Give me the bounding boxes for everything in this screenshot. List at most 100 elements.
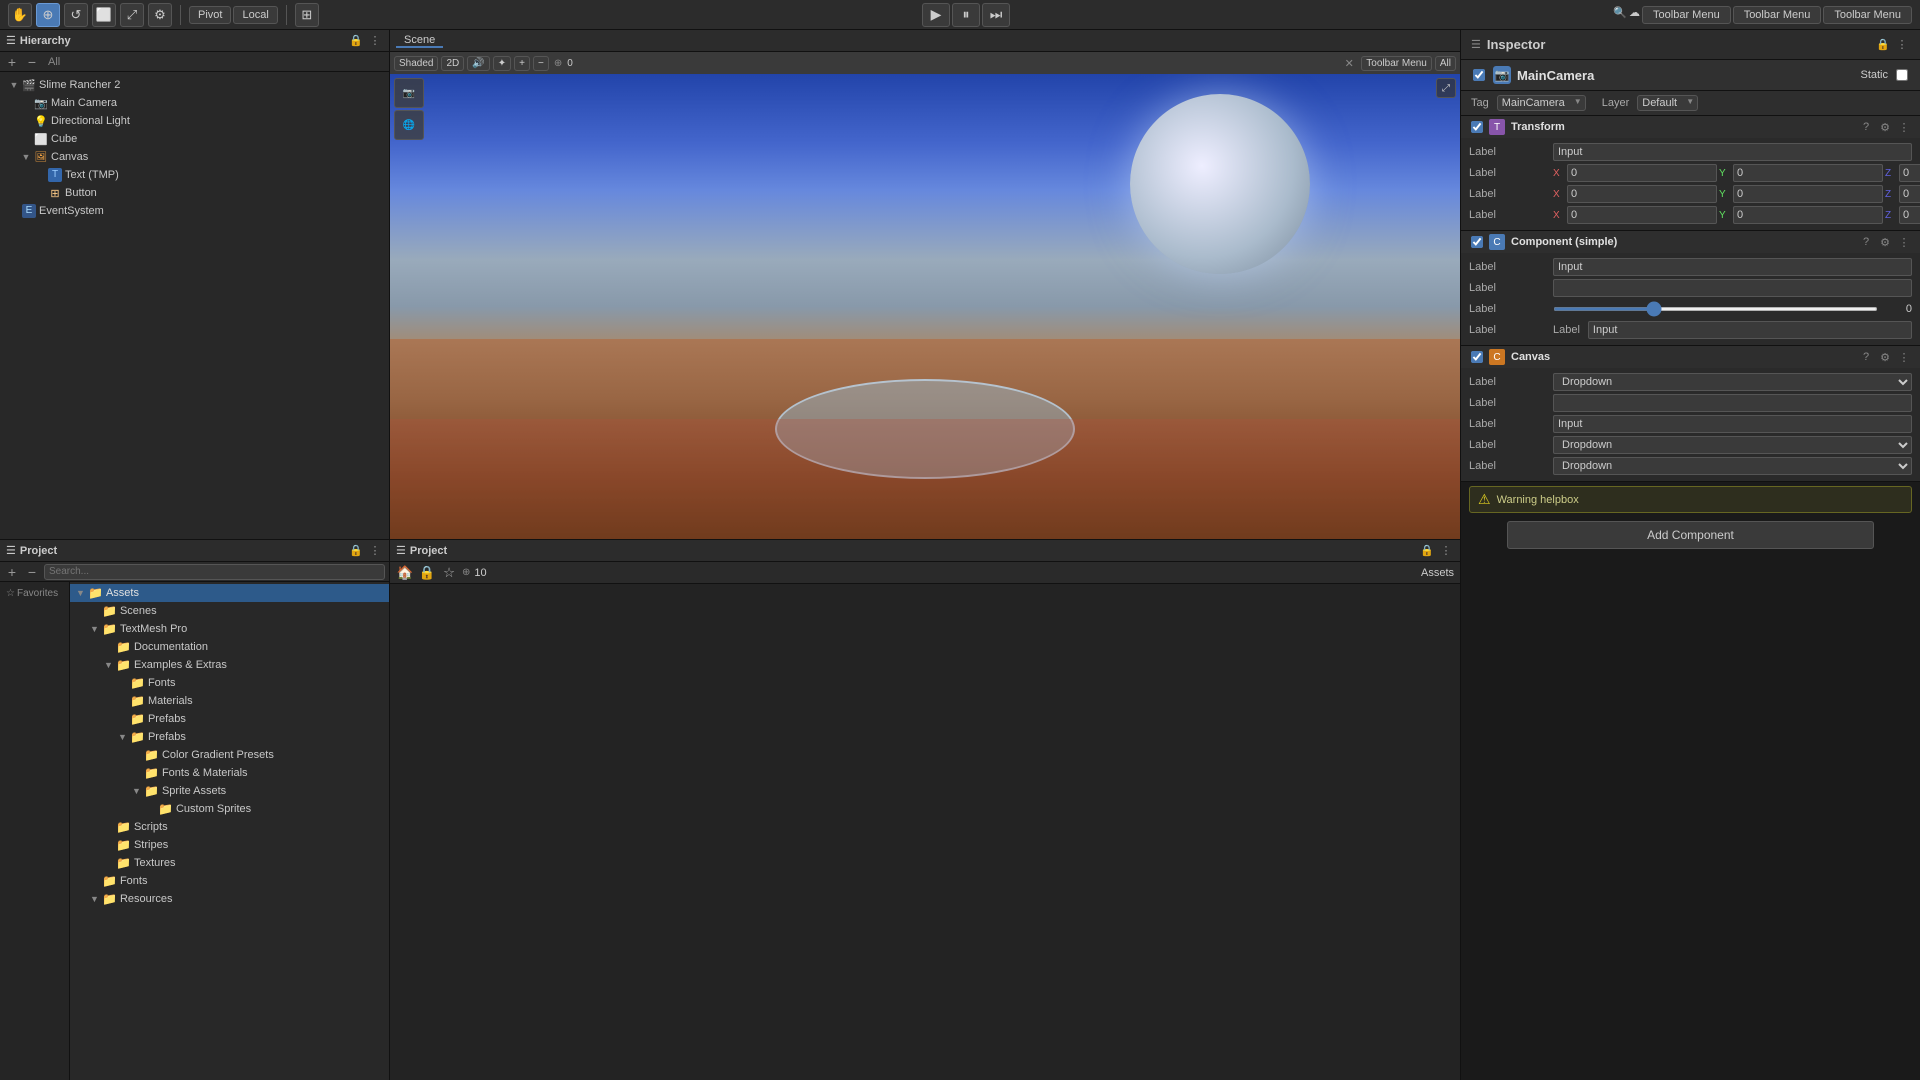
project-item-prefabs[interactable]: ▼ 📁 Prefabs	[70, 728, 389, 746]
asset-lock-btn[interactable]: 🔒	[1419, 543, 1435, 559]
project-item-textmesh[interactable]: ▼ 📁 TextMesh Pro	[70, 620, 389, 638]
asset-home-btn[interactable]: 🏠	[396, 564, 414, 582]
tag-value-dropdown[interactable]: MainCamera ▼	[1497, 95, 1586, 111]
toolbar-menu-3[interactable]: Toolbar Menu	[1823, 6, 1912, 24]
asset-star-btn[interactable]: ☆	[440, 564, 458, 582]
tree-item-main-camera[interactable]: ▶ 📷 Main Camera	[0, 94, 389, 112]
tree-item-button[interactable]: ▶ ⊞ Button	[0, 184, 389, 202]
transform-ry-val[interactable]	[1733, 185, 1883, 203]
canvas-menu-btn[interactable]: ⋮	[1896, 349, 1912, 365]
scene-audio-btn[interactable]: 🔊	[467, 56, 489, 71]
move-tool[interactable]: ⊕	[36, 3, 60, 27]
toolbar-menu-1[interactable]: Toolbar Menu	[1642, 6, 1731, 24]
transform-tool[interactable]: ⚙	[148, 3, 172, 27]
asset-lock2-btn[interactable]: 🔒	[418, 564, 436, 582]
scene-close-btn[interactable]: ✕	[1340, 54, 1358, 72]
inspector-menu-btn[interactable]: ⋮	[1894, 37, 1910, 53]
rect-tool[interactable]: ⤢	[120, 3, 144, 27]
hierarchy-lock-btn[interactable]: 🔒	[348, 33, 364, 49]
simple-check[interactable]	[1471, 236, 1483, 248]
canvas-dropdown-5[interactable]: Dropdown	[1553, 457, 1912, 475]
transform-sx-val[interactable]	[1567, 206, 1717, 224]
scene-mode-dropdown[interactable]: Shaded	[394, 56, 438, 71]
simple-settings-btn[interactable]: ⚙	[1877, 234, 1893, 250]
scene-maximize-btn[interactable]: ⤢	[1436, 78, 1456, 98]
layer-value-dropdown[interactable]: Default ▼	[1637, 95, 1698, 111]
scene-toolbar-menu-btn[interactable]: Toolbar Menu	[1361, 56, 1432, 71]
project-item-examples[interactable]: ▼ 📁 Examples & Extras	[70, 656, 389, 674]
project-item-textures[interactable]: ▶ 📁 Textures	[70, 854, 389, 872]
project-item-resources[interactable]: ▼ 📁 Resources	[70, 890, 389, 908]
transform-rz-val[interactable]	[1899, 185, 1920, 203]
transform-rx-val[interactable]	[1567, 185, 1717, 203]
snap-tool[interactable]: ⊞	[295, 3, 319, 27]
canvas-dropdown-4[interactable]: Dropdown	[1553, 436, 1912, 454]
project-item-docs[interactable]: ▶ 📁 Documentation	[70, 638, 389, 656]
project-item-scenes[interactable]: ▶ 📁 Scenes	[70, 602, 389, 620]
mini-btn-2[interactable]: 🌐	[394, 110, 424, 140]
canvas-help-btn[interactable]: ?	[1858, 349, 1874, 365]
canvas-input-2[interactable]	[1553, 394, 1912, 412]
transform-x-val[interactable]	[1567, 164, 1717, 182]
project-item-materials[interactable]: ▶ 📁 Materials	[70, 692, 389, 710]
project-item-sprite-assets[interactable]: ▼ 📁 Sprite Assets	[70, 782, 389, 800]
scene-all-btn[interactable]: All	[1435, 56, 1456, 71]
component-transform-header[interactable]: T Transform ? ⚙ ⋮	[1461, 116, 1920, 138]
transform-help-btn[interactable]: ?	[1858, 119, 1874, 135]
transform-z-val[interactable]	[1899, 164, 1920, 182]
hand-tool[interactable]: ✋	[8, 3, 32, 27]
gameobj-active-check[interactable]	[1473, 69, 1485, 81]
project-item-custom-sprites[interactable]: ▶ 📁 Custom Sprites	[70, 800, 389, 818]
pause-button[interactable]: ⏸	[952, 3, 980, 27]
play-button[interactable]: ▶	[922, 3, 950, 27]
project-item-fonts-sub[interactable]: ▶ 📁 Fonts	[70, 674, 389, 692]
simple-menu-btn[interactable]: ⋮	[1896, 234, 1912, 250]
transform-settings-btn[interactable]: ⚙	[1877, 119, 1893, 135]
toolbar-menu-2[interactable]: Toolbar Menu	[1733, 6, 1822, 24]
tree-item-cube[interactable]: ▶ ⬜ Cube	[0, 130, 389, 148]
local-button[interactable]: Local	[233, 6, 277, 24]
tree-item-canvas[interactable]: ▼ 🖼 Canvas	[0, 148, 389, 166]
mini-btn-1[interactable]: 📷	[394, 78, 424, 108]
tree-item-text-tmp[interactable]: ▶ T Text (TMP)	[0, 166, 389, 184]
project-item-fonts-main[interactable]: ▶ 📁 Fonts	[70, 872, 389, 890]
tree-item-slime-rancher[interactable]: ▼ 🎬 Slime Rancher 2	[0, 76, 389, 94]
asset-menu-btn[interactable]: ⋮	[1438, 543, 1454, 559]
project-item-stripes[interactable]: ▶ 📁 Stripes	[70, 836, 389, 854]
rotate-tool[interactable]: ↺	[64, 3, 88, 27]
project-minus-btn[interactable]: −	[24, 564, 40, 580]
transform-sy-val[interactable]	[1733, 206, 1883, 224]
simple-slider[interactable]	[1553, 307, 1878, 311]
transform-y-val[interactable]	[1733, 164, 1883, 182]
component-simple-header[interactable]: C Component (simple) ? ⚙ ⋮	[1461, 231, 1920, 253]
scene-2d-btn[interactable]: 2D	[441, 56, 464, 71]
project-item-color-gradient[interactable]: ▶ 📁 Color Gradient Presets	[70, 746, 389, 764]
canvas-dropdown-1[interactable]: Dropdown	[1553, 373, 1912, 391]
hierarchy-menu-btn[interactable]: ⋮	[367, 33, 383, 49]
canvas-settings-btn[interactable]: ⚙	[1877, 349, 1893, 365]
tree-item-dir-light[interactable]: ▶ 💡 Directional Light	[0, 112, 389, 130]
simple-help-btn[interactable]: ?	[1858, 234, 1874, 250]
scene-canvas[interactable]: 📷 🌐 ⤢	[390, 74, 1460, 539]
scene-effects-btn[interactable]: ✦	[493, 56, 511, 71]
canvas-check[interactable]	[1471, 351, 1483, 363]
transform-sz-val[interactable]	[1899, 206, 1920, 224]
tree-item-eventsystem[interactable]: ▶ E EventSystem	[0, 202, 389, 220]
canvas-input-3[interactable]	[1553, 415, 1912, 433]
scale-tool[interactable]: ⬜	[92, 3, 116, 27]
static-checkbox[interactable]	[1896, 69, 1908, 81]
project-search-input[interactable]	[44, 564, 385, 580]
project-item-prefabs-top[interactable]: ▶ 📁 Prefabs	[70, 710, 389, 728]
transform-check[interactable]	[1471, 121, 1483, 133]
step-button[interactable]: ⏭	[982, 3, 1010, 27]
component-canvas-header[interactable]: C Canvas ? ⚙ ⋮	[1461, 346, 1920, 368]
hierarchy-minus-btn[interactable]: −	[24, 54, 40, 70]
scene-plus-btn[interactable]: +	[514, 56, 530, 71]
inspector-lock-btn[interactable]: 🔒	[1875, 37, 1891, 53]
transform-input-1[interactable]	[1553, 143, 1912, 161]
simple-input-1[interactable]	[1553, 258, 1912, 276]
project-add-btn[interactable]: +	[4, 564, 20, 580]
project-item-fonts-materials[interactable]: ▶ 📁 Fonts & Materials	[70, 764, 389, 782]
project-menu-btn[interactable]: ⋮	[367, 543, 383, 559]
hierarchy-add-btn[interactable]: +	[4, 54, 20, 70]
